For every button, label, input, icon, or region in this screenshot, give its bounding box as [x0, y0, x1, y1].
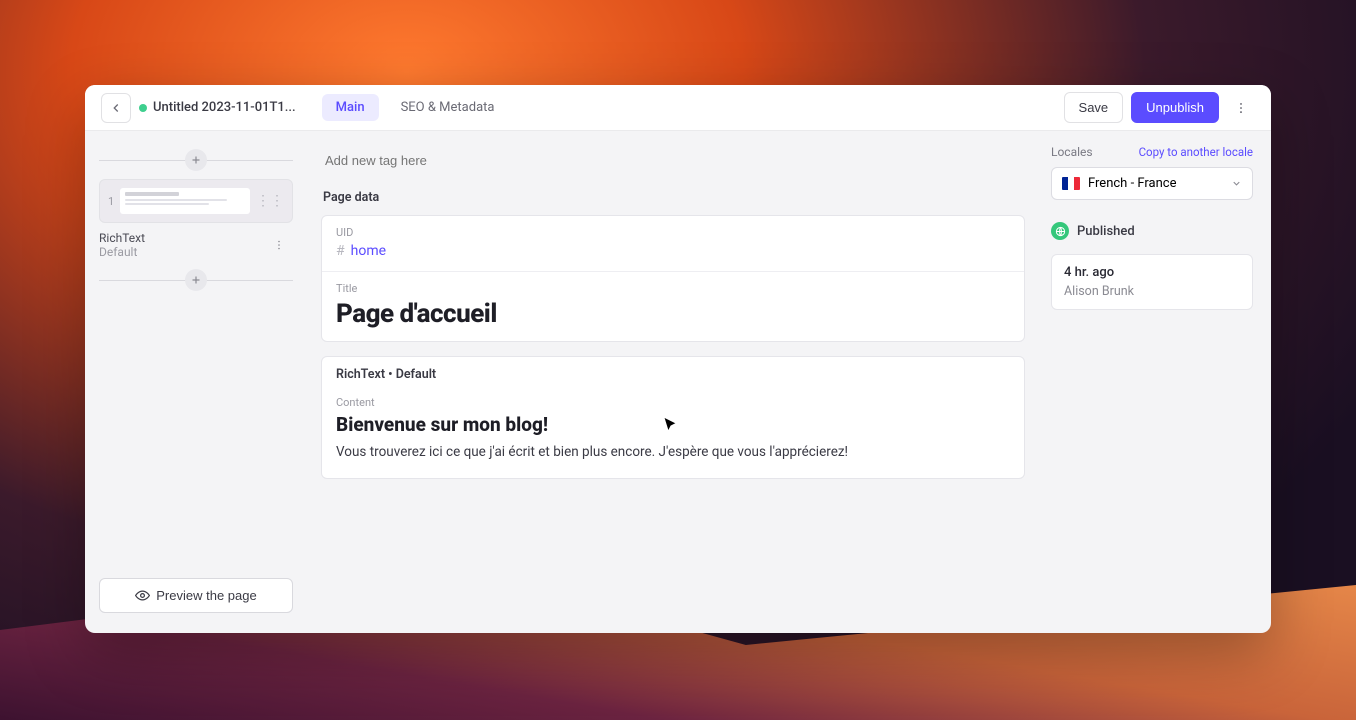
slice-variant-label: Default	[99, 245, 145, 259]
history-card[interactable]: 4 hr. ago Alison Brunk	[1051, 254, 1253, 310]
flag-france-icon	[1062, 177, 1080, 190]
add-slice-bottom-button[interactable]	[185, 269, 207, 291]
title-field[interactable]: Page d'accueil	[336, 299, 1010, 329]
richtext-block: RichText • Default Content Bienvenue sur…	[321, 356, 1025, 479]
eye-icon	[135, 588, 150, 603]
history-user: Alison Brunk	[1064, 284, 1240, 299]
preview-page-button[interactable]: Preview the page	[99, 578, 293, 613]
uid-field-label: UID	[336, 226, 1010, 239]
locale-select[interactable]: French - France	[1051, 167, 1253, 200]
kebab-icon	[1234, 101, 1248, 115]
preview-page-label: Preview the page	[156, 588, 256, 603]
slice-thumbnail	[120, 188, 250, 214]
drag-handle-icon[interactable]: ⋮⋮	[256, 193, 284, 209]
title-field-label: Title	[336, 282, 1010, 295]
kebab-icon	[273, 239, 285, 251]
tab-seo[interactable]: SEO & Metadata	[387, 94, 509, 121]
slice-more-button[interactable]	[265, 231, 293, 259]
page-data-label: Page data	[323, 190, 1023, 205]
slice-sidebar: 1 ⋮⋮ RichText Default	[85, 131, 301, 633]
uid-field[interactable]: # home	[336, 243, 1010, 259]
status-label: Published	[1077, 224, 1135, 239]
app-window: Untitled 2023-11-01T1... Main SEO & Meta…	[85, 85, 1271, 633]
locale-name: French - France	[1088, 176, 1177, 191]
topbar: Untitled 2023-11-01T1... Main SEO & Meta…	[85, 85, 1271, 131]
tab-main[interactable]: Main	[322, 94, 379, 121]
content-heading[interactable]: Bienvenue sur mon blog!	[336, 413, 1010, 436]
slice-name-label: RichText	[99, 231, 145, 245]
copy-locale-link[interactable]: Copy to another locale	[1139, 145, 1253, 159]
add-slice-top-button[interactable]	[185, 149, 207, 171]
slice-number: 1	[108, 195, 114, 208]
globe-icon	[1051, 222, 1069, 240]
hash-icon: #	[336, 243, 345, 259]
content-body[interactable]: Vous trouverez ici ce que j'ai écrit et …	[336, 444, 1010, 460]
main-editor: Page data UID # home Title Page d'accuei…	[301, 131, 1043, 633]
plus-icon	[190, 274, 202, 286]
richtext-header: RichText • Default	[322, 357, 1024, 392]
save-button[interactable]: Save	[1064, 92, 1124, 123]
more-menu-button[interactable]	[1227, 94, 1255, 122]
document-title: Untitled 2023-11-01T1...	[139, 100, 296, 115]
publish-status: Published	[1051, 222, 1253, 240]
uid-value: home	[351, 243, 386, 259]
slice-card[interactable]: 1 ⋮⋮	[99, 179, 293, 223]
meta-sidebar: Locales Copy to another locale French - …	[1043, 131, 1271, 633]
locales-label: Locales	[1051, 145, 1093, 159]
slice-info: RichText Default	[99, 231, 293, 259]
plus-icon	[190, 154, 202, 166]
page-data-card: UID # home Title Page d'accueil	[321, 215, 1025, 342]
content-field-label: Content	[336, 396, 1010, 409]
arrow-left-icon	[109, 101, 123, 115]
status-dot-icon	[139, 104, 147, 112]
unpublish-button[interactable]: Unpublish	[1131, 92, 1219, 123]
chevron-down-icon	[1231, 178, 1242, 189]
back-button[interactable]	[101, 93, 131, 123]
tabs: Main SEO & Metadata	[322, 94, 509, 121]
document-title-text: Untitled 2023-11-01T1...	[153, 100, 296, 115]
tag-input[interactable]	[321, 145, 1025, 182]
history-time: 4 hr. ago	[1064, 265, 1240, 280]
